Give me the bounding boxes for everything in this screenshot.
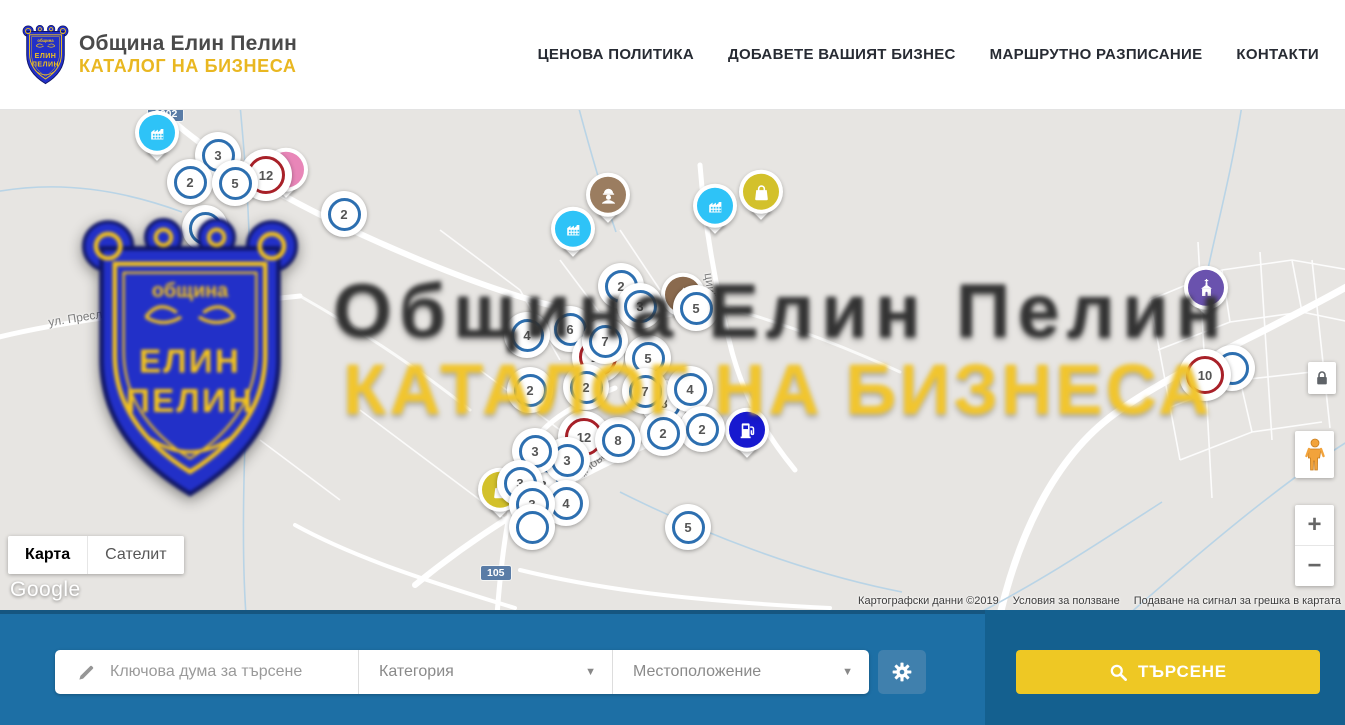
- attribution-copyright: Картографски данни ©2019: [858, 595, 999, 607]
- lock-icon: [1315, 370, 1329, 386]
- cluster-marker[interactable]: 2: [321, 191, 367, 237]
- chevron-down-icon: ▼: [842, 666, 853, 678]
- street-view-pegman[interactable]: [1295, 431, 1334, 478]
- category-pin-bag[interactable]: [739, 170, 783, 224]
- nav-item-bus-schedule[interactable]: МАРШРУТНО РАЗПИСАНИЕ: [990, 46, 1203, 63]
- svg-text:община: община: [37, 37, 54, 42]
- zoom-out-button[interactable]: −: [1295, 546, 1334, 586]
- map-view-button[interactable]: Карта: [8, 536, 87, 574]
- cluster-marker[interactable]: 4: [667, 366, 713, 412]
- cluster-marker[interactable]: [182, 205, 228, 251]
- cluster-marker[interactable]: 5: [212, 160, 258, 206]
- cluster-marker[interactable]: 5: [665, 504, 711, 550]
- map-attribution: Картографски данни ©2019 Условия за полз…: [858, 595, 1341, 607]
- search-bar: Категория ▼ Местоположение ▼: [0, 610, 1345, 725]
- category-pin-factory[interactable]: [135, 111, 179, 165]
- category-select[interactable]: Категория ▼: [358, 650, 612, 694]
- category-pin-church[interactable]: [1184, 266, 1228, 320]
- cluster-marker[interactable]: 2: [640, 410, 686, 456]
- google-logo[interactable]: Google: [10, 578, 81, 602]
- advanced-search-button[interactable]: [878, 650, 926, 694]
- cluster-marker[interactable]: 2: [563, 364, 609, 410]
- search-field-group: Категория ▼ Местоположение ▼: [55, 650, 869, 694]
- cluster-marker[interactable]: 7: [582, 318, 628, 364]
- cluster-marker[interactable]: 5: [673, 285, 719, 331]
- main-nav: ЦЕНОВА ПОЛИТИКА ДОБАВЕТЕ ВАШИЯТ БИЗНЕС М…: [538, 46, 1319, 63]
- category-select-label: Категория: [379, 663, 454, 681]
- header: община ЕЛИН ПЕЛИН Община Елин Пелин КАТА…: [0, 0, 1345, 110]
- search-button[interactable]: ТЪРСЕНЕ: [1016, 650, 1320, 694]
- pegman-icon: [1304, 438, 1326, 472]
- satellite-view-button[interactable]: Сателит: [87, 536, 183, 574]
- cluster-marker[interactable]: 2: [167, 159, 213, 205]
- nav-item-pricing[interactable]: ЦЕНОВА ПОЛИТИКА: [538, 46, 694, 63]
- cluster-marker[interactable]: 3: [617, 283, 663, 329]
- cluster-marker[interactable]: [509, 504, 555, 550]
- map-canvas[interactable]: 6002105ул. Преславбул. „Новоселции“12325…: [0, 110, 1345, 610]
- zoom-control: + −: [1295, 505, 1334, 586]
- gear-icon: [891, 661, 913, 683]
- search-button-label: ТЪРСЕНЕ: [1138, 662, 1227, 682]
- search-icon: [1109, 663, 1128, 682]
- svg-text:ПЕЛИН: ПЕЛИН: [32, 61, 59, 68]
- category-pin-factory[interactable]: [693, 184, 737, 238]
- nav-item-add-business[interactable]: ДОБАВЕТЕ ВАШИЯТ БИЗНЕС: [728, 46, 956, 63]
- pencil-icon: [77, 663, 96, 682]
- map-type-control: Карта Сателит: [8, 536, 184, 574]
- keyword-search-input[interactable]: [110, 663, 340, 681]
- chevron-down-icon: ▼: [585, 666, 596, 678]
- cluster-marker[interactable]: 2: [679, 406, 725, 452]
- svg-text:ЕЛИН: ЕЛИН: [35, 52, 57, 59]
- cluster-marker[interactable]: 2: [507, 367, 553, 413]
- location-select-label: Местоположение: [633, 663, 761, 681]
- site-subtitle: КАТАЛОГ НА БИЗНЕСА: [79, 56, 297, 77]
- location-select[interactable]: Местоположение ▼: [612, 650, 869, 694]
- nav-item-contacts[interactable]: КОНТАКТИ: [1236, 46, 1319, 63]
- road-badge: 105: [481, 566, 511, 580]
- report-error-link[interactable]: Подаване на сигнал за грешка в картата: [1134, 595, 1341, 607]
- terms-link[interactable]: Условия за ползване: [1013, 595, 1120, 607]
- category-pin-worker[interactable]: [586, 173, 630, 227]
- zoom-in-button[interactable]: +: [1295, 505, 1334, 546]
- site-title: Община Елин Пелин: [79, 32, 297, 56]
- brand[interactable]: община ЕЛИН ПЕЛИН Община Елин Пелин КАТА…: [22, 24, 297, 86]
- cluster-marker[interactable]: 7: [622, 368, 668, 414]
- category-pin-fuel[interactable]: [725, 408, 769, 462]
- lock-button[interactable]: [1308, 362, 1336, 394]
- municipal-crest-logo: община ЕЛИН ПЕЛИН: [22, 24, 69, 86]
- cluster-marker[interactable]: 4: [504, 312, 550, 358]
- cluster-marker[interactable]: 8: [595, 417, 641, 463]
- cluster-marker[interactable]: 10: [1179, 349, 1231, 401]
